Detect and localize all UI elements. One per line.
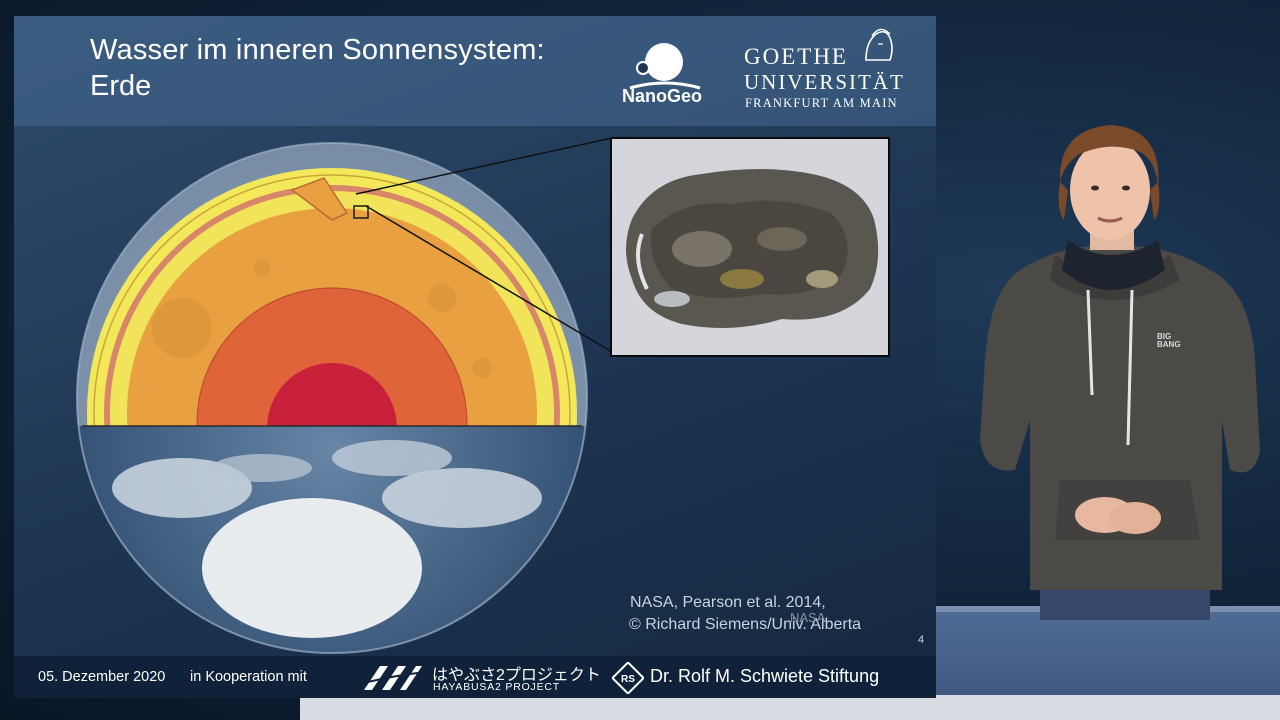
jaxa-logo-icon: [360, 666, 426, 690]
diamond-inclusion-photo: [610, 137, 890, 357]
slide-number: 4: [918, 634, 925, 646]
hayabusa-english-title: HAYABUSA2 PROJECT: [433, 681, 560, 693]
presenter: [980, 125, 1260, 620]
presentation-slide: Wasser im inneren Sonnensystem: Erde Nan…: [14, 16, 936, 698]
studio-floor: [300, 695, 1280, 720]
footer-foundation: Dr. Rolf M. Schwiete Stiftung: [650, 666, 880, 686]
hoodie-logo: BIG BANG: [1157, 332, 1181, 349]
image-credit-line3: NASA: [790, 610, 826, 625]
slide-footer: 05. Dezember 2020 in Kooperation mit はやぶ…: [14, 656, 936, 698]
footer-date: 05. Dezember 2020: [38, 669, 166, 685]
schwiete-foundation-icon: RS: [612, 662, 644, 694]
image-credit-line2: © Richard Siemens/Univ. Alberta: [629, 616, 862, 633]
footer-cooperation: in Kooperation mit: [190, 669, 307, 685]
svg-text:RS: RS: [621, 674, 635, 685]
mineral-image: [626, 169, 879, 328]
